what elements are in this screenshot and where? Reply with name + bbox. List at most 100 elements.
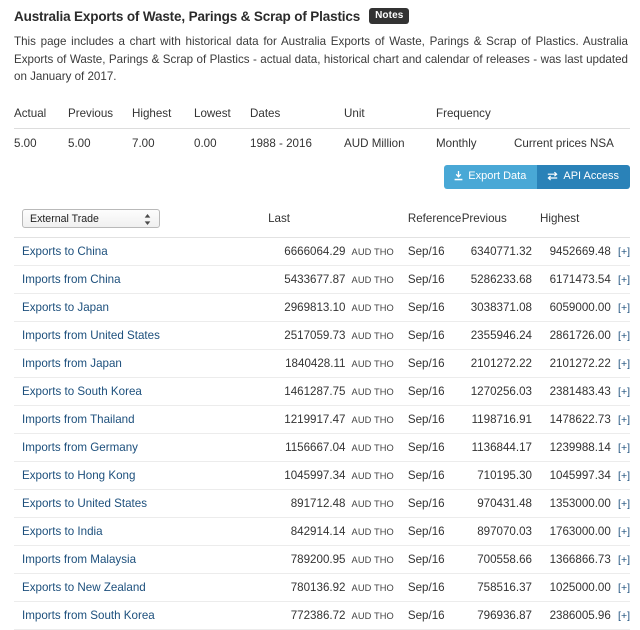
column-header-previous[interactable]: Previous — [461, 202, 532, 238]
table-row: Imports from South Korea 772386.72 AUD THO… — [14, 601, 630, 630]
row-unit: AUD THO — [345, 293, 408, 322]
trade-category-link[interactable]: Imports from Malaysia — [22, 553, 136, 566]
row-reference: Sep/16 — [407, 461, 462, 490]
row-name-cell: Exports to Japan — [14, 293, 269, 322]
stats-header-unit: Unit — [344, 99, 436, 129]
row-expand-cell: [+] — [610, 293, 630, 322]
stats-value-actual: 5.00 — [14, 136, 37, 150]
page-title: Australia Exports of Waste, Parings & Sc… — [14, 8, 361, 24]
trade-category-link[interactable]: Exports to Japan — [22, 301, 109, 314]
notes-badge[interactable]: Notes — [369, 8, 410, 24]
expand-row-link[interactable]: [+] — [618, 302, 630, 314]
table-row: Imports from Germany 1156667.04 AUD THO Sep… — [14, 433, 630, 462]
trade-category-link[interactable]: Exports to China — [22, 245, 108, 258]
trade-category-link[interactable]: Exports to United States — [22, 497, 147, 510]
row-expand-cell: [+] — [610, 321, 630, 350]
expand-row-link[interactable]: [+] — [618, 274, 630, 286]
row-unit: AUD THO — [345, 265, 408, 294]
row-reference: Sep/16 — [407, 573, 462, 602]
trade-category-link[interactable]: Imports from Germany — [22, 441, 138, 454]
row-name-cell: Imports from China — [14, 265, 269, 294]
page-description: This page includes a chart with historic… — [14, 35, 628, 83]
table-row: Exports to Japan 2969813.10 AUD THO Sep/16 3… — [14, 293, 630, 322]
expand-row-link[interactable]: [+] — [618, 386, 630, 398]
table-row: Exports to United States 891712.48 AUD THO… — [14, 489, 630, 518]
expand-row-link[interactable]: [+] — [618, 358, 630, 370]
row-name-cell: Imports from Thailand — [14, 405, 269, 434]
summary-stats-table: Actual Previous Highest Lowest Dates Uni… — [14, 99, 630, 159]
row-previous-value: 3038371.08 — [461, 293, 532, 322]
row-highest-value: 2381483.43 — [532, 377, 611, 406]
expand-row-link[interactable]: [+] — [618, 470, 630, 482]
row-highest-value: 2386005.96 — [532, 601, 611, 630]
trade-category-link[interactable]: Exports to India — [22, 525, 103, 538]
stats-value-lowest: 0.00 — [194, 136, 217, 150]
row-highest-value: 1478622.73 — [532, 405, 611, 434]
row-expand-cell: [+] — [610, 601, 630, 630]
row-last-value: 2969813.10 — [268, 293, 346, 322]
summary-stats-header-row: Actual Previous Highest Lowest Dates Uni… — [14, 99, 630, 129]
trade-category-link[interactable]: Imports from United States — [22, 329, 160, 342]
expand-row-link[interactable]: [+] — [618, 246, 630, 258]
expand-row-link[interactable]: [+] — [618, 442, 630, 454]
row-reference: Sep/16 — [407, 489, 462, 518]
api-access-button[interactable]: API Access — [537, 164, 630, 189]
row-previous-value: 6340771.32 — [461, 237, 532, 266]
row-name-cell: Exports to South Korea — [14, 377, 269, 406]
table-row: Exports to Hong Kong 1045997.34 AUD THO Sep… — [14, 461, 630, 490]
row-unit: AUD THO — [345, 349, 408, 378]
column-header-unit — [345, 202, 408, 238]
row-highest-value: 9452669.48 — [532, 237, 611, 266]
trade-category-link[interactable]: Exports to Hong Kong — [22, 469, 135, 482]
expand-row-link[interactable]: [+] — [618, 330, 630, 342]
expand-row-link[interactable]: [+] — [618, 582, 630, 594]
row-last-value: 1045997.34 — [268, 461, 346, 490]
expand-row-link[interactable]: [+] — [618, 610, 630, 622]
page-header: Australia Exports of Waste, Parings & Sc… — [0, 0, 640, 24]
row-name-cell: Imports from South Korea — [14, 601, 269, 630]
expand-row-link[interactable]: [+] — [618, 414, 630, 426]
stats-header-actual: Actual — [14, 99, 68, 129]
row-previous-value: 796936.87 — [461, 601, 532, 630]
column-header-reference[interactable]: Reference — [407, 202, 462, 238]
export-data-button[interactable]: Export Data — [444, 164, 538, 189]
row-expand-cell: [+] — [610, 573, 630, 602]
stats-value-highest: 7.00 — [132, 136, 155, 150]
row-previous-value: 1136844.17 — [461, 433, 532, 462]
table-row: Exports to New Zealand 780136.92 AUD THO Se… — [14, 573, 630, 602]
row-highest-value: 1353000.00 — [532, 489, 611, 518]
category-select[interactable]: External Trade — [22, 208, 160, 228]
summary-stats-value-row: 5.00 5.00 7.00 0.00 1988 - 2016 AUD Mill… — [14, 128, 630, 159]
row-reference: Sep/16 — [407, 349, 462, 378]
table-row: Imports from United States 2517059.73 AUD … — [14, 321, 630, 350]
trade-category-link[interactable]: Exports to New Zealand — [22, 581, 146, 594]
stats-value-frequency: Monthly — [436, 136, 477, 150]
stats-value-unit: AUD Million — [344, 136, 405, 150]
row-unit: AUD THO — [345, 489, 408, 518]
trade-category-link[interactable]: Exports to South Korea — [22, 385, 142, 398]
row-unit: AUD THO — [345, 601, 408, 630]
exchange-arrows-icon — [547, 171, 558, 181]
row-name-cell: Exports to Hong Kong — [14, 461, 269, 490]
trade-category-link[interactable]: Imports from Japan — [22, 357, 122, 370]
table-row: Imports from China 5433677.87 AUD THO Sep/1… — [14, 265, 630, 294]
export-data-label: Export Data — [468, 169, 527, 182]
row-last-value: 1461287.75 — [268, 377, 346, 406]
row-name-cell: Exports to United States — [14, 489, 269, 518]
column-header-highest[interactable]: Highest — [532, 202, 611, 238]
trade-category-link[interactable]: Imports from China — [22, 273, 121, 286]
column-header-last[interactable]: Last — [268, 202, 346, 238]
trade-data-section: External Trade Last Reference Previous H… — [14, 202, 630, 630]
expand-row-link[interactable]: [+] — [618, 526, 630, 538]
stats-header-extra — [514, 99, 630, 129]
trade-category-link[interactable]: Imports from Thailand — [22, 413, 135, 426]
expand-row-link[interactable]: [+] — [618, 498, 630, 510]
row-last-value: 5433677.87 — [268, 265, 346, 294]
row-expand-cell: [+] — [610, 377, 630, 406]
row-reference: Sep/16 — [407, 405, 462, 434]
expand-row-link[interactable]: [+] — [618, 554, 630, 566]
row-name-cell: Exports to China — [14, 237, 269, 266]
download-icon — [454, 171, 463, 181]
trade-category-link[interactable]: Imports from South Korea — [22, 609, 155, 622]
row-last-value: 1219917.47 — [268, 405, 346, 434]
